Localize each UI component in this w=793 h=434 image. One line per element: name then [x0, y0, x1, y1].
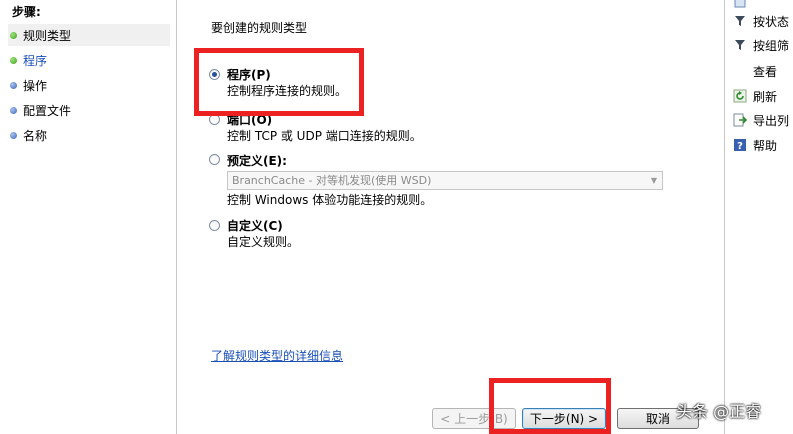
action-icon — [733, 0, 747, 9]
watermark-text: 头条 @正睿 — [676, 402, 762, 421]
highlight-box-program — [194, 48, 364, 116]
svg-text:?: ? — [737, 141, 743, 152]
action-label: 刷新 — [753, 89, 778, 104]
predefined-radio[interactable] — [209, 154, 220, 165]
help-icon: ? — [733, 138, 747, 152]
action-view[interactable]: 查看 — [725, 61, 793, 81]
filter-icon — [733, 14, 747, 28]
step-label: 名称 — [23, 128, 48, 143]
action-filter-by-group[interactable]: 按组筛 — [725, 35, 793, 55]
divider — [176, 0, 177, 434]
step-item-action[interactable]: 操作 — [8, 74, 170, 96]
action-label: 按组筛 — [753, 38, 790, 53]
blank-icon — [733, 64, 747, 78]
steps-panel: 步骤: 规则类型 程序 操作 配置文件 名称 — [0, 0, 176, 434]
step-label: 配置文件 — [23, 103, 72, 118]
step-label: 操作 — [23, 78, 48, 93]
step-item-rule-type[interactable]: 规则类型 — [8, 24, 170, 46]
actions-pane: 按状态 按组筛 查看 刷新 导出列 ? 帮助 — [725, 0, 793, 434]
step-item-program[interactable]: 程序 — [8, 49, 170, 71]
step-status-icon — [10, 56, 17, 64]
custom-radio[interactable] — [209, 220, 220, 231]
predefined-select[interactable]: BranchCache - 对等机发现(使用 WSD) ▼ — [227, 171, 663, 190]
steps-title: 步骤: — [12, 5, 41, 19]
custom-option-label[interactable]: 自定义(C) — [227, 217, 283, 234]
action-label: 查看 — [753, 64, 778, 79]
help-link[interactable]: 了解规则类型的详细信息 — [211, 347, 343, 364]
action-refresh[interactable]: 刷新 — [725, 86, 793, 106]
custom-option-desc: 自定义规则。 — [227, 235, 300, 249]
chevron-down-icon: ▼ — [650, 176, 658, 185]
step-label: 规则类型 — [23, 28, 72, 43]
action-export-list[interactable]: 导出列 — [725, 110, 793, 130]
export-icon — [733, 113, 747, 127]
wizard-window: 步骤: 规则类型 程序 操作 配置文件 名称 要创建的规则类型 程序(P) 控制… — [0, 0, 793, 434]
action-filter-by-state[interactable]: 按状态 — [725, 11, 793, 31]
step-status-icon — [10, 131, 17, 139]
step-status-icon — [10, 31, 17, 39]
step-item-name[interactable]: 名称 — [8, 124, 170, 146]
action-help[interactable]: ? 帮助 — [725, 135, 793, 155]
refresh-icon — [733, 89, 747, 103]
filter-icon — [733, 38, 747, 52]
highlight-box-next — [489, 378, 611, 434]
action-label: 导出列 — [753, 113, 790, 128]
predefined-select-value: BranchCache - 对等机发现(使用 WSD) — [232, 174, 432, 187]
port-option-desc: 控制 TCP 或 UDP 端口连接的规则。 — [227, 129, 422, 143]
action-label: 帮助 — [753, 138, 778, 153]
step-label: 程序 — [23, 53, 48, 68]
step-status-icon — [10, 106, 17, 114]
predefined-option-label[interactable]: 预定义(E): — [227, 152, 287, 169]
predefined-option-desc: 控制 Windows 体验功能连接的规则。 — [227, 193, 433, 207]
step-status-icon — [10, 81, 17, 89]
step-item-profile[interactable]: 配置文件 — [8, 99, 170, 121]
action-label: 按状态 — [753, 14, 790, 29]
page-heading: 要创建的规则类型 — [211, 21, 308, 35]
